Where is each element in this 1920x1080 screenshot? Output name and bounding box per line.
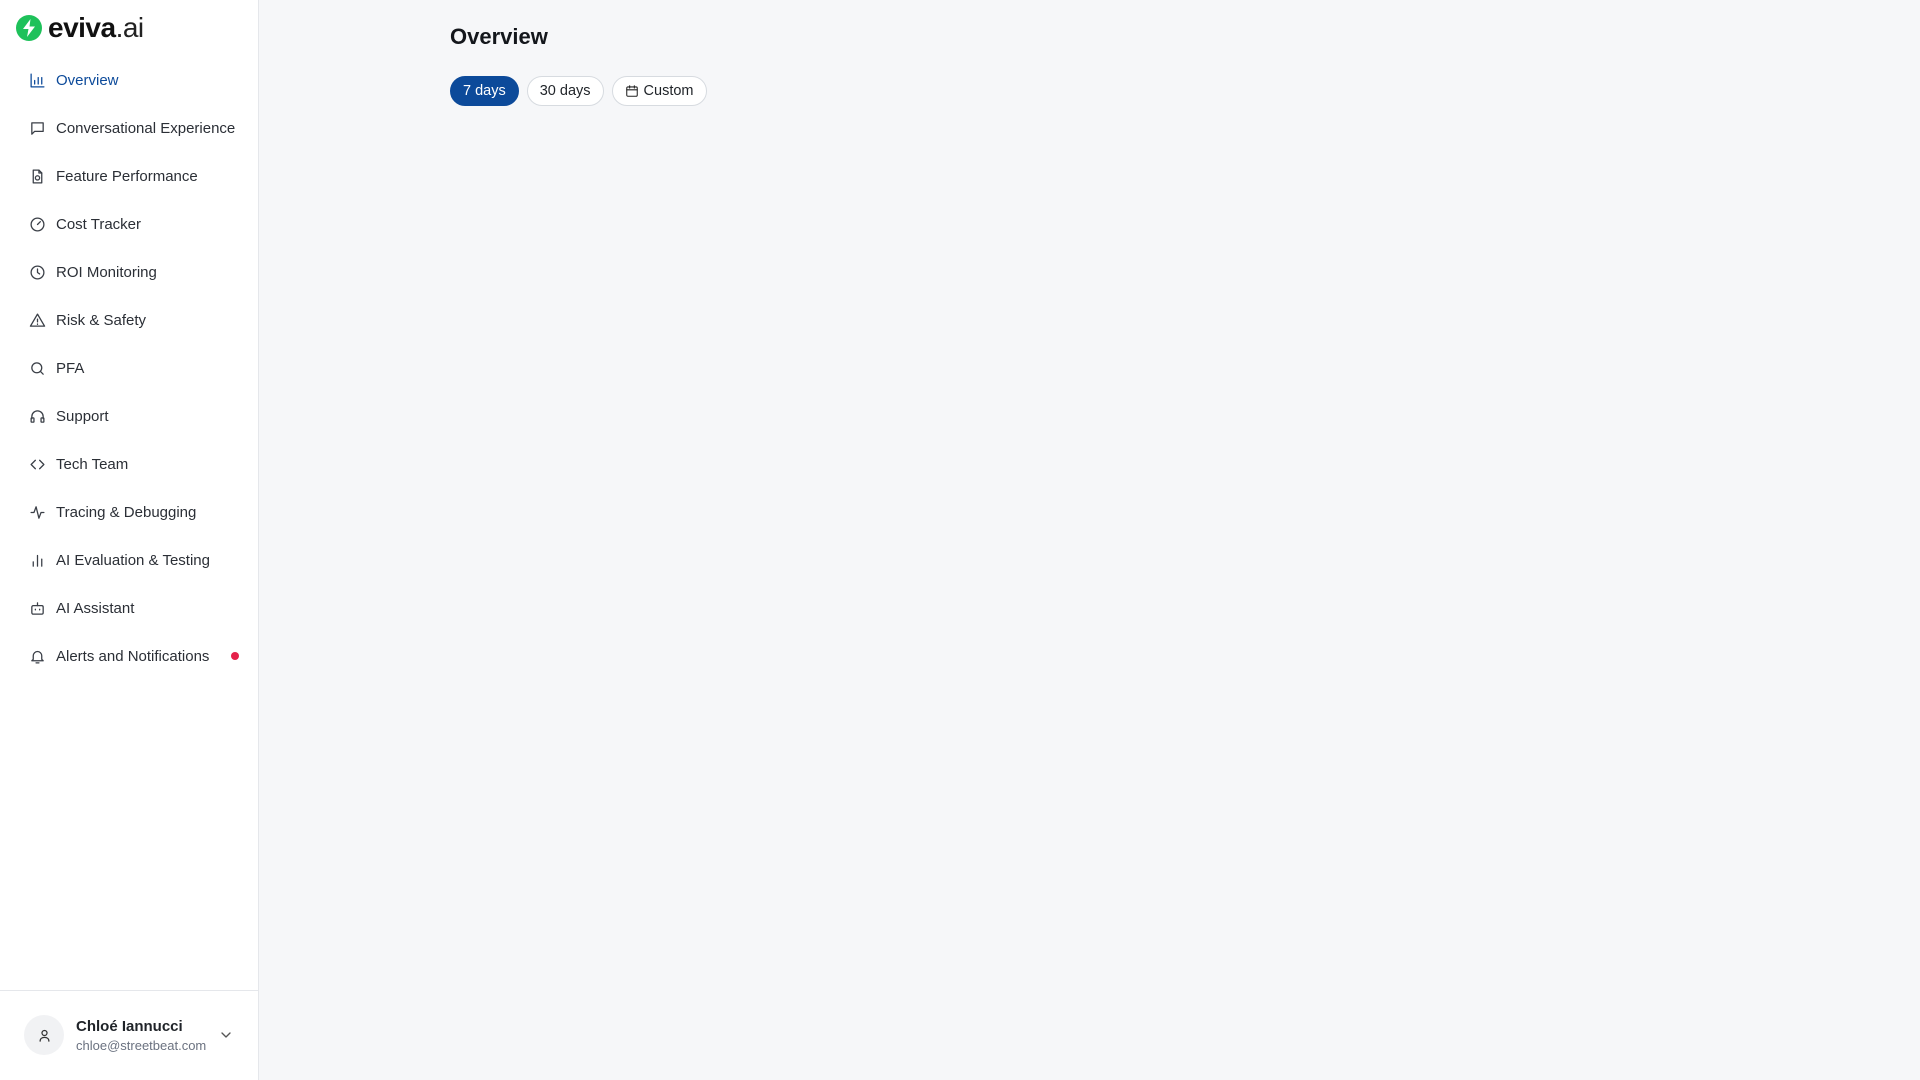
sidebar-item-alerts-notifications[interactable]: Alerts and Notifications xyxy=(0,632,259,680)
code-icon xyxy=(28,455,46,473)
sidebar-item-label: AI Evaluation & Testing xyxy=(56,551,210,569)
brand-logo[interactable]: eviva.ai xyxy=(16,12,144,44)
bot-icon xyxy=(28,599,46,617)
message-square-icon xyxy=(28,119,46,137)
gauge-icon xyxy=(28,215,46,233)
search-icon xyxy=(28,359,46,377)
sidebar-item-label: Cost Tracker xyxy=(56,215,142,233)
sidebar-item-pfa[interactable]: PFA xyxy=(0,344,259,392)
sidebar-item-conversational-experience[interactable]: Conversational Experience xyxy=(0,104,259,152)
sidebar-item-label: Tech Team xyxy=(56,455,129,473)
sidebar-item-ai-evaluation-testing[interactable]: AI Evaluation & Testing xyxy=(0,536,259,584)
alert-triangle-icon xyxy=(28,311,46,329)
sidebar-item-overview[interactable]: Overview xyxy=(0,56,259,104)
sidebar-item-ai-assistant[interactable]: AI Assistant xyxy=(0,584,259,632)
range-7-days-button[interactable]: 7 days xyxy=(450,76,519,106)
activity-icon xyxy=(28,503,46,521)
page-title: Overview xyxy=(450,24,548,49)
sidebar-item-label: Overview xyxy=(56,71,119,89)
bell-icon xyxy=(28,647,46,665)
notification-badge xyxy=(231,652,239,660)
sidebar-item-feature-performance[interactable]: Feature Performance xyxy=(0,152,259,200)
user-profile[interactable]: Chloé Iannucci chloe@streetbeat.com xyxy=(0,990,259,1080)
date-range-selector: 7 days 30 days Custom xyxy=(450,76,707,106)
range-custom-button[interactable]: Custom xyxy=(611,76,707,106)
brand-name: eviva.ai xyxy=(48,12,144,43)
headphones-icon xyxy=(28,407,46,425)
user-icon xyxy=(39,1029,49,1042)
sidebar-item-label: Support xyxy=(56,407,109,425)
range-label: Custom xyxy=(643,83,694,99)
bar-chart-icon xyxy=(28,71,46,89)
sidebar-nav: Overview Conversational Experience Featu… xyxy=(0,56,259,680)
sidebar-item-label: Conversational Experience xyxy=(56,119,236,137)
sidebar-item-cost-tracker[interactable]: Cost Tracker xyxy=(0,200,259,248)
eviva-logo-icon xyxy=(16,15,42,41)
file-chart-icon xyxy=(28,167,46,185)
sidebar-item-tech-team[interactable]: Tech Team xyxy=(0,440,259,488)
sidebar-item-label: ROI Monitoring xyxy=(56,263,157,281)
user-email: chloe@streetbeat.com xyxy=(76,1038,207,1053)
user-name: Chloé Iannucci xyxy=(76,1018,183,1035)
sidebar-item-label: PFA xyxy=(56,359,85,377)
sidebar-item-label: AI Assistant xyxy=(56,599,135,617)
sidebar-item-roi-monitoring[interactable]: ROI Monitoring xyxy=(0,248,259,296)
range-label: 7 days xyxy=(463,83,506,99)
avatar xyxy=(24,1015,64,1055)
range-label: 30 days xyxy=(539,83,591,99)
range-30-days-button[interactable]: 30 days xyxy=(526,76,604,106)
sidebar-item-risk-safety[interactable]: Risk & Safety xyxy=(0,296,259,344)
sidebar-item-support[interactable]: Support xyxy=(0,392,259,440)
sidebar-item-label: Alerts and Notifications xyxy=(56,647,210,665)
chevron-down-icon[interactable] xyxy=(218,1027,234,1043)
clock-icon xyxy=(28,263,46,281)
sidebar-item-tracing-debugging[interactable]: Tracing & Debugging xyxy=(0,488,259,536)
calendar-icon xyxy=(625,84,639,98)
bar-chart-2-icon xyxy=(28,551,46,569)
sidebar-item-label: Tracing & Debugging xyxy=(56,503,197,521)
sidebar-item-label: Feature Performance xyxy=(56,167,198,185)
sidebar-item-label: Risk & Safety xyxy=(56,311,147,329)
sidebar: eviva.ai Overview Conversational Experie… xyxy=(0,0,259,1080)
